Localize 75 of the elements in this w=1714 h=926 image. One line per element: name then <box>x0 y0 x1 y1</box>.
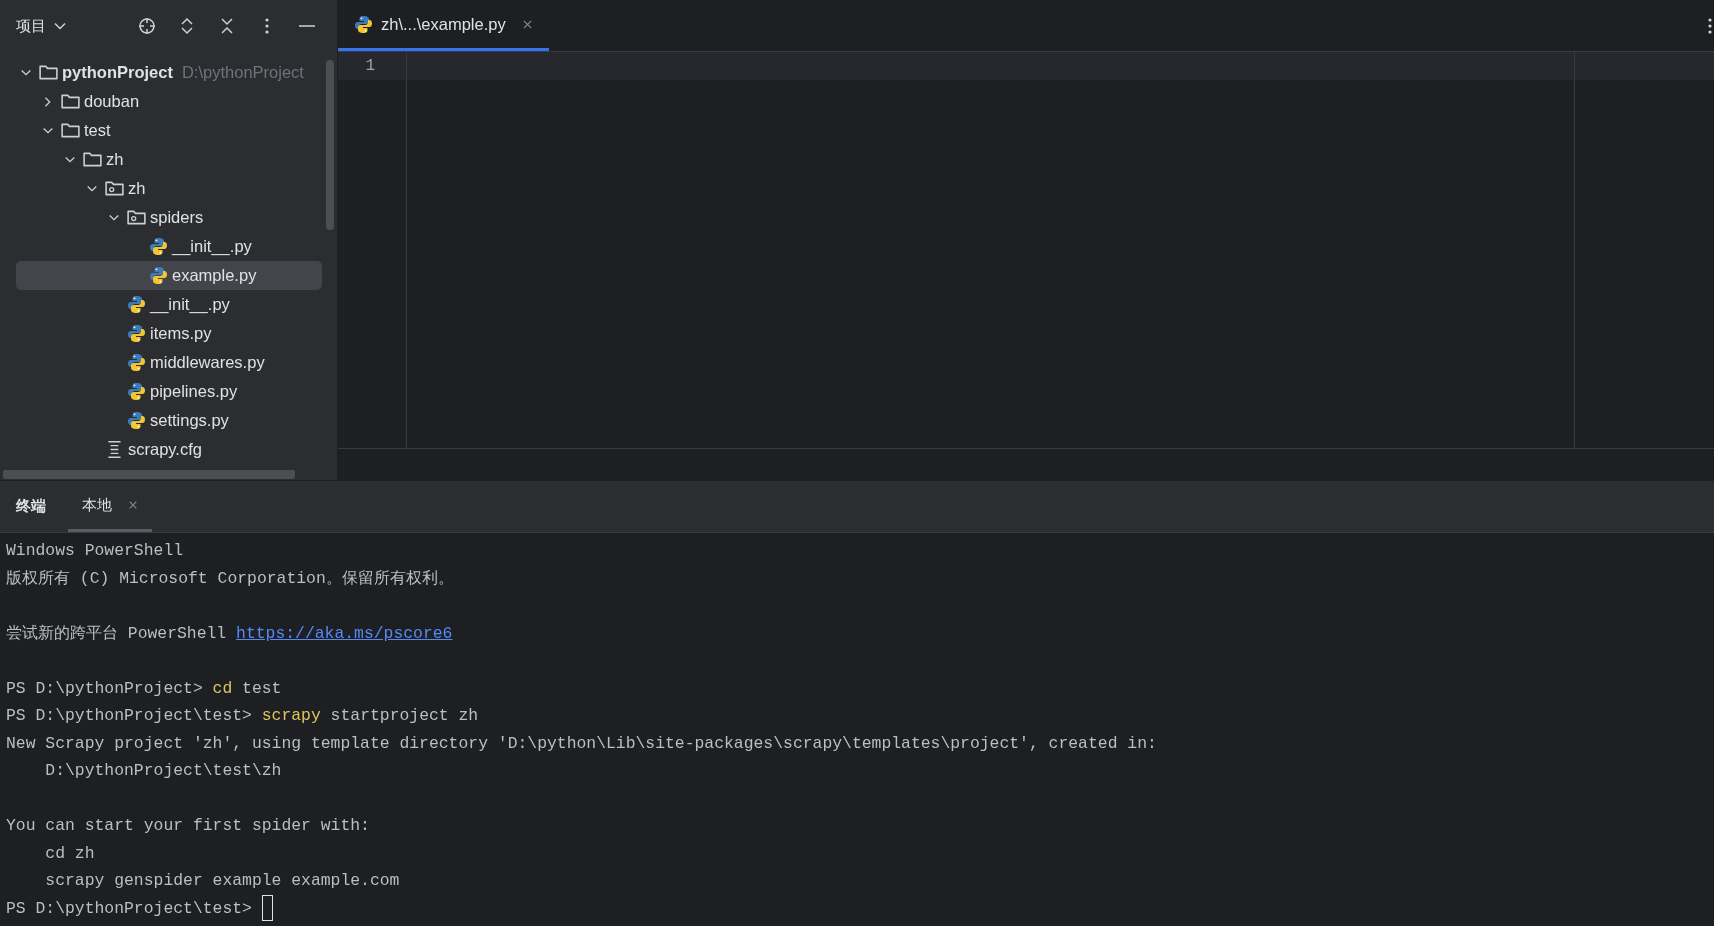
command-text: scrapy <box>261 706 321 725</box>
more-icon <box>1708 18 1712 35</box>
tree-item[interactable]: middlewares.py <box>16 348 322 377</box>
python-file-icon <box>127 324 146 343</box>
terminal-text: 版权所有 (C) Microsoft Corporation。保留所有权利。 <box>6 568 454 588</box>
line-number: 1 <box>338 52 406 80</box>
file-name: scrapy.cfg <box>128 439 202 461</box>
tree-item[interactable]: pythonProject D:\pythonProject <box>16 58 322 87</box>
terminal-tab[interactable]: 本地 <box>68 481 152 532</box>
terminal-text: Windows PowerShell <box>6 541 184 560</box>
command-text: cd <box>212 678 233 698</box>
terminal-text: You can start your first spider with: <box>6 816 370 835</box>
tree-item[interactable]: settings.py <box>16 406 322 435</box>
package-folder-icon <box>127 210 146 225</box>
package-folder-icon <box>105 181 124 196</box>
file-name: __init__.py <box>172 236 252 258</box>
panel-title[interactable]: 项目 <box>16 14 46 38</box>
more-icon <box>265 18 269 34</box>
python-file-icon <box>354 14 373 34</box>
python-file-icon <box>127 353 146 372</box>
file-name: items.py <box>150 323 212 345</box>
file-name: __init__.py <box>150 294 230 316</box>
minimize-icon <box>299 25 315 27</box>
file-name: zh <box>128 178 146 200</box>
python-file-icon <box>149 237 168 256</box>
tree-item[interactable]: __init__.py <box>16 290 322 319</box>
file-name: middlewares.py <box>150 352 265 374</box>
folder-icon <box>39 65 58 80</box>
file-name: settings.py <box>150 410 229 432</box>
tree-item[interactable]: pipelines.py <box>16 377 322 406</box>
folder-icon <box>61 94 80 109</box>
path-hint: D:\pythonProject <box>181 62 304 84</box>
scrollbar[interactable] <box>3 470 295 479</box>
terminal-text: PS D:\pythonProject\test> <box>6 706 253 725</box>
terminal-text: test <box>241 678 282 698</box>
tree-item[interactable]: spiders <box>16 203 322 232</box>
terminal-text: D:\pythonProject\test\zh <box>44 761 282 780</box>
link[interactable]: https://aka.ms/pscore6 <box>236 623 453 643</box>
tree-item[interactable]: example.py <box>16 261 322 290</box>
terminal-text: PS D:\pythonProject\test> <box>6 898 253 918</box>
expand-icon <box>180 17 194 35</box>
file-name: pipelines.py <box>150 381 238 403</box>
terminal-text: PS D:\pythonProject> <box>6 678 204 698</box>
terminal-text: 尝试新的跨平台 PowerShell <box>6 623 228 643</box>
tree-item[interactable]: douban <box>16 87 322 116</box>
close-icon[interactable] <box>521 18 533 30</box>
terminal-text: startproject zh <box>329 706 479 725</box>
tree-item[interactable]: zh <box>16 145 322 174</box>
tree-item[interactable]: __init__.py <box>16 232 322 261</box>
text-file-icon <box>108 441 121 458</box>
close-icon[interactable] <box>128 500 138 510</box>
file-name: zh <box>106 149 124 171</box>
python-file-icon <box>127 295 146 314</box>
file-name: test <box>84 120 111 142</box>
scrollbar[interactable] <box>326 60 334 230</box>
file-name: pythonProject <box>62 62 173 84</box>
file-name: spiders <box>150 207 204 229</box>
tree-item[interactable]: zh <box>16 174 322 203</box>
terminal-text: New Scrapy project 'zh', using template directory 'D:\python\Lib\site-packages\scrapy\templates\project', created in: <box>6 733 1157 753</box>
python-file-icon <box>127 411 146 430</box>
caret-icon[interactable] <box>54 22 66 30</box>
python-file-icon <box>149 266 168 285</box>
terminal-text: scrapy genspider example example.com <box>44 871 400 890</box>
terminal-text: cd zh <box>44 843 95 863</box>
python-file-icon <box>127 382 146 401</box>
file-name: douban <box>84 91 140 113</box>
folder-icon <box>83 152 102 167</box>
tree-item[interactable]: scrapy.cfg <box>16 435 322 464</box>
tree-item[interactable]: test <box>16 116 322 145</box>
collapse-icon <box>220 17 234 35</box>
panel-title: 终端 <box>16 496 46 517</box>
crosshair-icon <box>138 17 156 35</box>
tree-item[interactable]: items.py <box>16 319 322 348</box>
file-name: example.py <box>172 265 257 287</box>
folder-icon <box>61 123 80 138</box>
